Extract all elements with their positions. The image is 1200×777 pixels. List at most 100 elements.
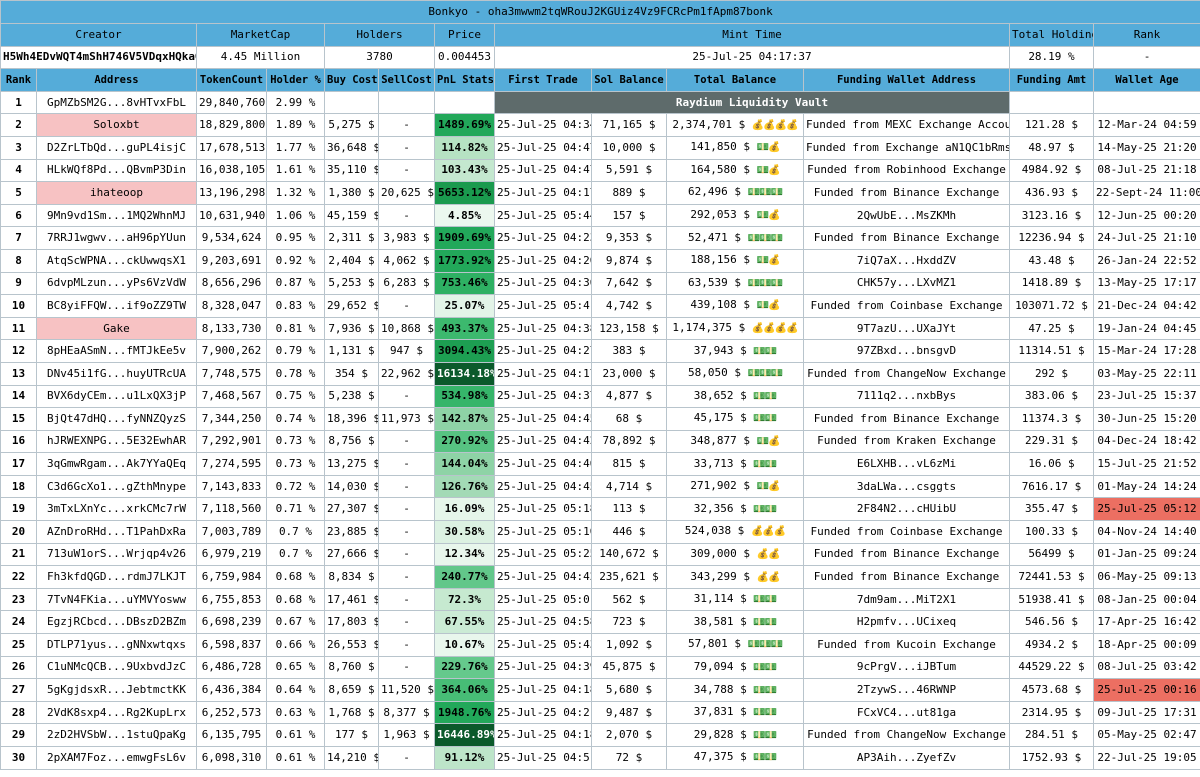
address-cell[interactable]: HLkWQf8Pd...QBvmP3Din	[36, 158, 197, 183]
address-cell[interactable]: DNv45i1fG...huyUTRcUA	[36, 361, 197, 386]
column-header-first-trade[interactable]: First Trade	[494, 68, 592, 92]
table-row: 13 DNv45i1fG...huyUTRcUA 7,748,575 0.78 % 35…	[0, 361, 1200, 386]
funding-amt-cell: 4984.92 $	[1009, 158, 1094, 183]
column-header-tokencount[interactable]: TokenCount	[196, 68, 267, 92]
pnl-stats-cell: 753.46%	[434, 271, 495, 296]
funding-wallet-cell[interactable]: 9T7azU...UXaJYt	[803, 316, 1010, 341]
address-cell[interactable]: Soloxbt	[36, 113, 197, 137]
address-cell[interactable]: 2VdK8sxp4...Rg2KupLrx	[36, 700, 197, 725]
address-cell[interactable]: BVX6dyCEm...u1LxQX3jP	[36, 384, 197, 409]
funding-wallet-cell[interactable]: 3daLWa...csggts	[803, 474, 1010, 499]
column-header-wallet-age[interactable]: Wallet Age	[1093, 68, 1200, 92]
buy-cost-cell: 1,131 $	[324, 339, 379, 363]
wallet-age-cell: 15-Mar-24 17:28	[1093, 339, 1200, 363]
funding-wallet-cell[interactable]: CHK57y...LXvMZ1	[803, 271, 1010, 296]
column-header-address[interactable]: Address	[36, 68, 197, 92]
address-cell[interactable]: ihateoop	[36, 181, 197, 205]
total-balance-value: 57,801 $	[688, 637, 748, 651]
funding-wallet-cell[interactable]: E6LXHB...vL6zMi	[803, 452, 1010, 476]
column-header-sol-balance[interactable]: Sol Balance	[591, 68, 667, 92]
address-cell[interactable]: BjQt47dHQ...fyNNZQyzS	[36, 407, 197, 431]
sell-cost-cell: -	[378, 633, 435, 657]
funding-wallet-cell[interactable]: 97ZBxd...bnsgvD	[803, 339, 1010, 363]
funding-wallet-cell[interactable]: Funded from Binance Exchange	[803, 181, 1010, 205]
address-cell[interactable]: 2zD2HVSbW...1stuQpaKg	[36, 723, 197, 747]
first-trade-cell: 25-Jul-25 04:37	[494, 384, 592, 409]
address-cell[interactable]: DTLP71yus...gNNxwtqxs	[36, 633, 197, 657]
funding-wallet-cell[interactable]: Funded from Kraken Exchange	[803, 429, 1010, 454]
address-cell[interactable]: 7TvN4FKia...uYMVYosww	[36, 587, 197, 612]
column-header-funding-amt[interactable]: Funding Amt	[1009, 68, 1094, 92]
pnl-stats-cell: 114.82%	[434, 135, 495, 160]
address-cell[interactable]: 713uW1orS...Wrjqp4v26	[36, 542, 197, 567]
funding-wallet-cell[interactable]: 2TzywS...46RWNP	[803, 678, 1010, 702]
rank-value: -	[1093, 45, 1200, 70]
column-header-total-balance[interactable]: Total Balance	[666, 68, 804, 92]
funding-wallet-cell[interactable]: Funded from ChangeNow Exchange	[803, 361, 1010, 386]
funding-wallet-cell[interactable]: 2QwUbE...MsZKMh	[803, 203, 1010, 228]
column-header-funding-wallet-address[interactable]: Funding Wallet Address	[803, 68, 1010, 92]
funding-wallet-cell[interactable]: Funded from Binance Exchange	[803, 226, 1010, 250]
funding-wallet-cell[interactable]: Funded from MEXC Exchange Account	[803, 113, 1010, 137]
funding-wallet-cell[interactable]: H2pmfv...UCixeq	[803, 610, 1010, 635]
holders-table: Bonkyo - oha3mwwm2tqWRouJ2KGUiz4Vz9FCRcP…	[0, 0, 1200, 770]
address-cell[interactable]: 6dvpMLzun...yPs6VzVdW	[36, 271, 197, 296]
funding-wallet-cell[interactable]: 7dm9am...MiT2X1	[803, 587, 1010, 612]
address-cell[interactable]: Fh3kfdQGD...rdmJ7LKJT	[36, 565, 197, 589]
address-cell[interactable]: AtqScWPNA...ckUwwqsX1	[36, 248, 197, 273]
funding-wallet-cell[interactable]: Funded from Binance Exchange	[803, 565, 1010, 589]
address-cell[interactable]: BC8yiFFQW...if9oZZ9TW	[36, 294, 197, 318]
funding-wallet-cell[interactable]: Funded from Robinhood Exchange	[803, 158, 1010, 183]
funding-wallet-cell[interactable]: Funded from Kucoin Exchange	[803, 633, 1010, 657]
creator-address[interactable]: H5Wh4EDvWQT4mShH746V5VDqxHQkaQZyPWfuhy1P…	[0, 45, 197, 70]
funding-wallet-cell[interactable]: Funded from Coinbase Exchange	[803, 294, 1010, 318]
funding-wallet-cell[interactable]: 7iQ7aX...HxddZV	[803, 248, 1010, 273]
pnl-stats-cell: 126.76%	[434, 474, 495, 499]
funding-wallet-cell[interactable]: FCxVC4...ut81ga	[803, 700, 1010, 725]
token-count-cell: 7,292,901	[196, 429, 267, 454]
funding-wallet-cell[interactable]: Funded from Binance Exchange	[803, 542, 1010, 567]
funding-wallet-cell[interactable]: Funded from ChangeNow Exchange	[803, 723, 1010, 747]
funding-wallet-cell[interactable]: Funded from Binance Exchange	[803, 407, 1010, 431]
address-cell[interactable]: C3d6GcXo1...gZthMnype	[36, 474, 197, 499]
address-cell[interactable]: C1uNMcQCB...9UxbvdJzC	[36, 655, 197, 680]
address-cell[interactable]: GpMZbSM2G...8vHTvxFbL	[36, 90, 197, 115]
address-cell[interactable]: AZnDroRHd...T1PahDxRa	[36, 520, 197, 544]
address-cell[interactable]: 3qGmwRgam...Ak7YYaQEq	[36, 452, 197, 476]
column-header-rank[interactable]: Rank	[0, 68, 37, 92]
address-cell[interactable]: 5gKgjdsxR...JebtmctKK	[36, 678, 197, 702]
column-header-pnl-stats[interactable]: PnL Stats	[434, 68, 495, 92]
money-bag-icon: 💵💰	[756, 481, 781, 493]
column-header-sellcost[interactable]: SellCost	[378, 68, 435, 92]
funding-wallet-cell[interactable]: Funded from Exchange aN1QC1bRmsR	[803, 135, 1010, 160]
address-cell[interactable]: 9Mn9vd1Sm...1MQ2WhnMJ	[36, 203, 197, 228]
total-balance-cell: 2,374,701 $ 💰💰💰💰	[666, 113, 804, 137]
address-cell[interactable]: hJRWEXNPG...5E32EwhAR	[36, 429, 197, 454]
address-cell[interactable]: 7RRJ1wgwv...aH96pYUun	[36, 226, 197, 250]
funding-wallet-cell[interactable]: Funded from Coinbase Exchange	[803, 520, 1010, 544]
buy-cost-cell: 7,936 $	[324, 316, 379, 341]
funding-wallet-cell[interactable]: 7111q2...nxbBys	[803, 384, 1010, 409]
column-header-buy-cost[interactable]: Buy Cost	[324, 68, 379, 92]
price-value: 0.004453	[434, 45, 495, 70]
address-cell[interactable]: EgzjRCbcd...DBszD2BZm	[36, 610, 197, 635]
sell-cost-cell: -	[378, 294, 435, 318]
total-balance-value: 309,000 $	[690, 546, 757, 560]
holder-percent-cell: 1.77 %	[266, 135, 325, 160]
funding-wallet-cell[interactable]: AP3Aih...ZyefZv	[803, 746, 1010, 770]
token-count-cell: 6,698,239	[196, 610, 267, 635]
address-cell[interactable]: 8pHEaASmN...fMTJkEe5v	[36, 339, 197, 363]
funding-wallet-cell[interactable]: 9cPrgV...iJBTum	[803, 655, 1010, 680]
sell-cost-cell: -	[378, 746, 435, 770]
total-balance-cell: 47,375 $ 💵💵	[666, 746, 804, 770]
funding-amt-cell: 4934.2 $	[1009, 633, 1094, 657]
address-cell[interactable]: 3mTxLXnYc...xrkCMc7rW	[36, 497, 197, 522]
total-balance-cell: 1,174,375 $ 💰💰💰💰	[666, 316, 804, 341]
address-cell[interactable]: 2pXAM7Foz...emwgFsL6v	[36, 746, 197, 770]
funding-wallet-cell[interactable]: 2F84N2...cHUibU	[803, 497, 1010, 522]
address-cell[interactable]: D2ZrLTbQd...guPL4isjC	[36, 135, 197, 160]
rank-cell: 9	[0, 271, 37, 296]
column-header-holder[interactable]: Holder %	[266, 68, 325, 92]
address-cell[interactable]: Gake	[36, 316, 197, 341]
sol-balance-cell: 78,892 $	[591, 429, 667, 454]
